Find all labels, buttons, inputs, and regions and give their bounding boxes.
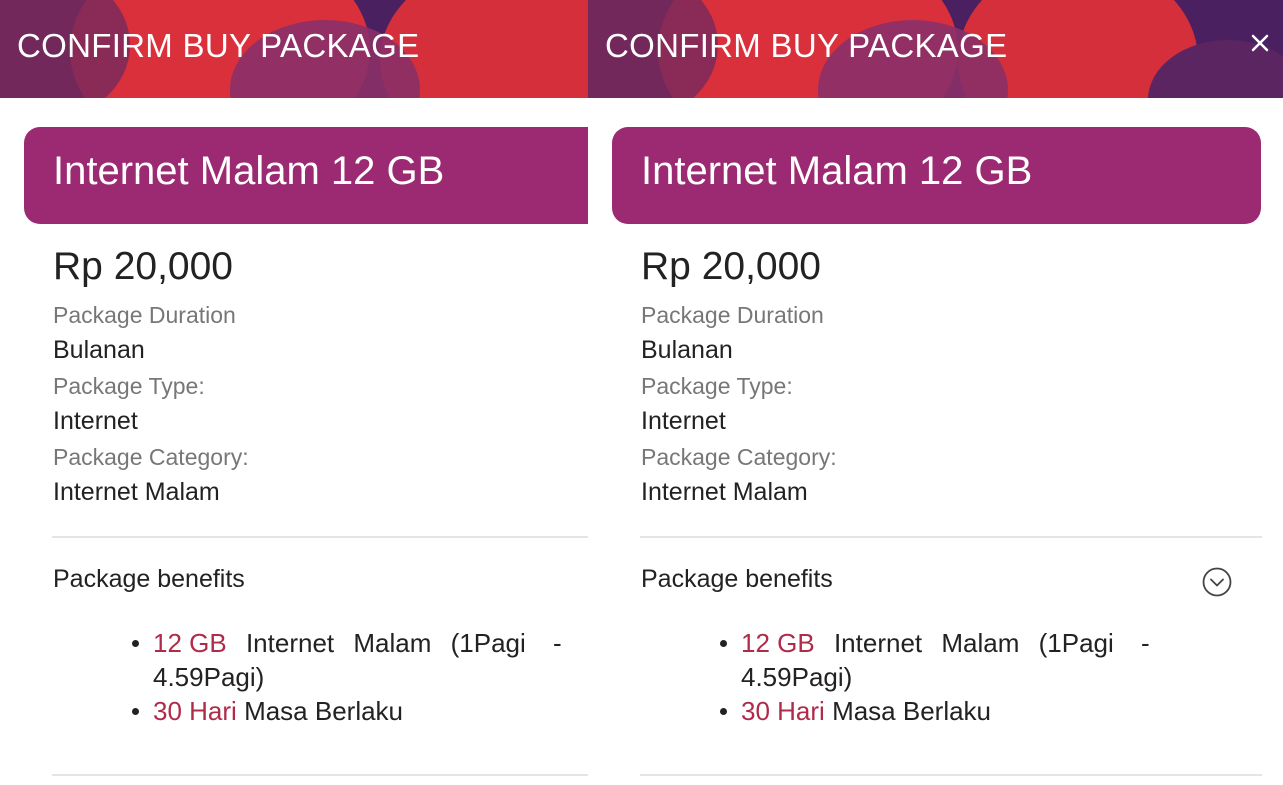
right-panel: CONFIRM BUY PACKAGE Internet Malam 12 GB… — [588, 0, 1283, 785]
duration-value: Bulanan — [641, 336, 733, 364]
package-price: Rp 20,000 — [53, 245, 233, 288]
header-banner: CONFIRM BUY PACKAGE — [0, 0, 588, 98]
benefit-text: - — [1141, 628, 1150, 658]
bullet — [720, 640, 727, 647]
duration-label: Package Duration — [641, 302, 824, 328]
category-label: Package Category: — [53, 444, 249, 470]
benefit-highlight: 30 Hari — [153, 696, 237, 726]
benefit-text: (1Pagi — [450, 628, 526, 658]
category-label: Package Category: — [641, 444, 837, 470]
benefit-text: Malam — [353, 628, 432, 658]
bullet — [720, 708, 727, 715]
package-title-card: Internet Malam 12 GB — [24, 127, 588, 224]
chevron-down-circle-icon[interactable] — [1201, 566, 1233, 598]
close-icon[interactable] — [1247, 30, 1273, 56]
bullet — [132, 708, 139, 715]
category-value: Internet Malam — [641, 478, 808, 506]
header-title: CONFIRM BUY PACKAGE — [17, 27, 420, 64]
benefit-item: 12 GB Internet Malam (1Pagi - 4.59Pagi) — [132, 626, 562, 694]
benefit-text: (1Pagi — [1038, 628, 1114, 658]
benefits-title: Package benefits — [53, 565, 245, 593]
left-panel: CONFIRM BUY PACKAGE Internet Malam 12 GB… — [0, 0, 588, 785]
duration-label: Package Duration — [53, 302, 236, 328]
divider — [52, 774, 588, 776]
benefit-text-line2: 4.59Pagi) — [741, 662, 853, 692]
divider — [640, 536, 1262, 538]
package-price: Rp 20,000 — [641, 245, 821, 288]
benefit-text: Internet — [833, 628, 923, 658]
type-label: Package Type: — [53, 373, 205, 399]
benefit-item: 30 Hari Masa Berlaku — [720, 694, 1150, 728]
category-value: Internet Malam — [53, 478, 220, 506]
benefit-text: Masa Berlaku — [832, 696, 992, 726]
header-banner: CONFIRM BUY PACKAGE — [588, 0, 1283, 98]
type-value: Internet — [53, 407, 138, 435]
benefit-text: Malam — [941, 628, 1020, 658]
divider — [52, 536, 588, 538]
package-title-card: Internet Malam 12 GB — [612, 127, 1261, 224]
divider — [640, 774, 1262, 776]
benefit-highlight: 12 GB — [153, 628, 227, 658]
benefit-highlight: 30 Hari — [741, 696, 825, 726]
header-title: CONFIRM BUY PACKAGE — [605, 27, 1008, 64]
benefits-list: 12 GB Internet Malam (1Pagi - 4.59Pagi) … — [132, 626, 562, 728]
package-name: Internet Malam 12 GB — [53, 149, 445, 193]
benefit-item: 30 Hari Masa Berlaku — [132, 694, 562, 728]
benefit-text: Masa Berlaku — [244, 696, 404, 726]
benefit-text: - — [553, 628, 562, 658]
benefit-text-line2: 4.59Pagi) — [153, 662, 265, 692]
type-label: Package Type: — [641, 373, 793, 399]
bullet — [132, 640, 139, 647]
package-name: Internet Malam 12 GB — [641, 149, 1033, 193]
type-value: Internet — [641, 407, 726, 435]
benefit-highlight: 12 GB — [741, 628, 815, 658]
benefit-text: Internet — [245, 628, 335, 658]
benefits-title: Package benefits — [641, 565, 833, 593]
benefits-list: 12 GB Internet Malam (1Pagi - 4.59Pagi) … — [720, 626, 1150, 728]
duration-value: Bulanan — [53, 336, 145, 364]
benefit-item: 12 GB Internet Malam (1Pagi - 4.59Pagi) — [720, 626, 1150, 694]
